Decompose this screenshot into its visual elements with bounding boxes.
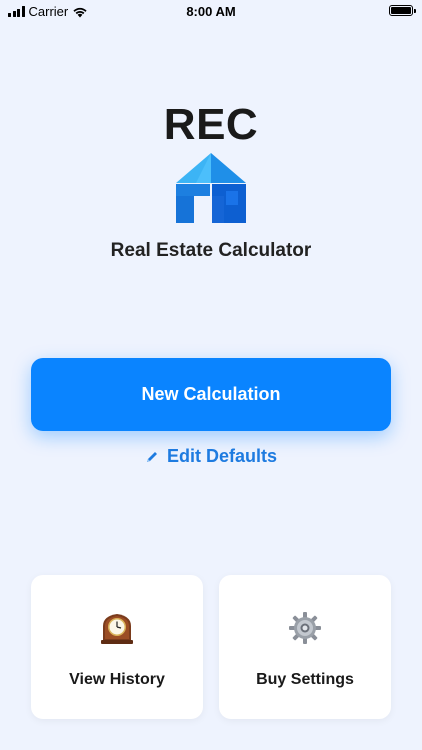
buy-settings-card[interactable]: Buy Settings bbox=[219, 575, 391, 719]
logo-title: REC bbox=[163, 100, 259, 149]
view-history-card[interactable]: View History bbox=[31, 575, 203, 719]
battery-icon bbox=[389, 5, 416, 16]
house-logo-icon bbox=[176, 153, 246, 223]
status-bar: Carrier 8:00 AM bbox=[0, 0, 422, 22]
edit-defaults-label: Edit Defaults bbox=[166, 446, 277, 466]
app-name: Real Estate Calculator bbox=[110, 240, 312, 261]
buy-settings-label: Buy Settings bbox=[256, 671, 354, 688]
new-calculation-button[interactable]: New Calculation bbox=[31, 358, 391, 431]
view-history-label: View History bbox=[69, 671, 165, 688]
pencil-icon bbox=[146, 451, 157, 462]
edit-defaults-link[interactable]: Edit Defaults bbox=[0, 446, 422, 467]
mantel-clock-icon bbox=[101, 614, 133, 644]
status-time: 8:00 AM bbox=[186, 4, 236, 19]
gear-icon bbox=[289, 612, 321, 644]
